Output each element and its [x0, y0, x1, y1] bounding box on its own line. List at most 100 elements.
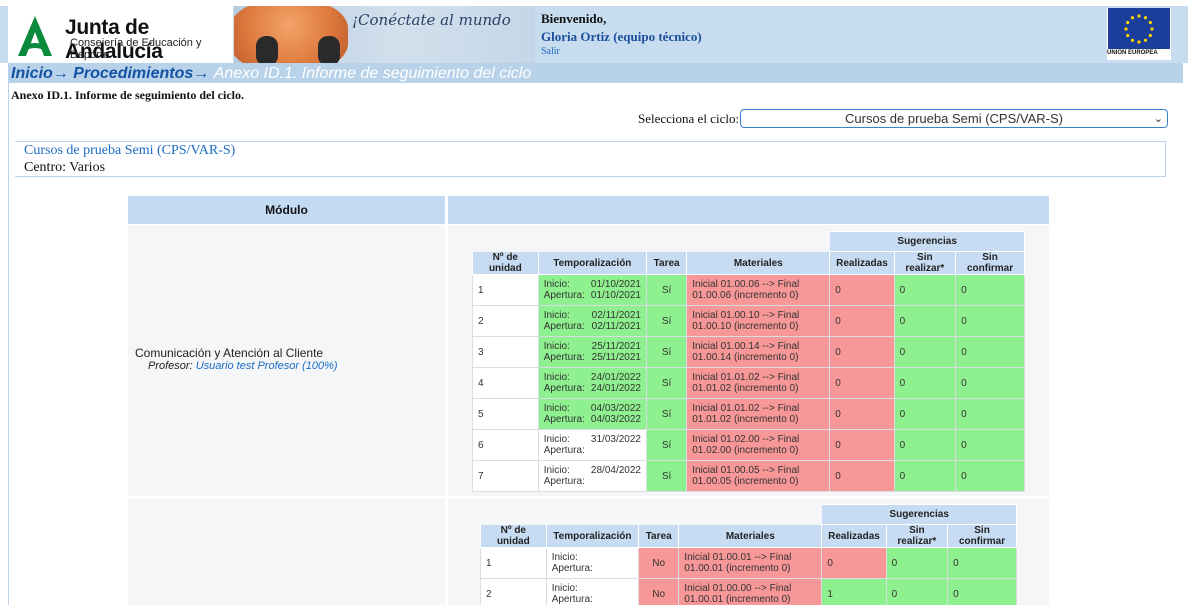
banner-slogan: ¡Conéctate al mundo — [352, 11, 511, 29]
header-unconfirmed: Sin confirmar — [955, 251, 1025, 275]
unit-number: 2 — [480, 578, 547, 605]
header-materials: Materiales — [686, 251, 831, 275]
unit-materials: Inicial 01.00.10 --> Final 01.00.10 (inc… — [686, 305, 831, 337]
eu-flag-icon — [1108, 8, 1170, 49]
page-title: Anexo ID.1. Informe de seguimiento del c… — [11, 88, 244, 102]
unit-not-done: 0 — [893, 460, 957, 492]
unit-not-done: 0 — [885, 578, 949, 605]
teacher-link[interactable]: Usuario test Profesor (100%) — [196, 360, 338, 372]
header-spacer — [639, 505, 679, 525]
unit-timing: Inicio: 25/11/2021 Apertura: 25/11/2021 — [537, 336, 647, 368]
table-row: 7 Inicio: 28/04/2022 Apertura: Sí Inicial 01.… — [472, 460, 1025, 492]
units-table: Sugerencias Nº de unidad Temporalización Ta… — [480, 504, 1017, 605]
header-materials: Materiales — [678, 524, 823, 548]
unit-task: Sí — [645, 367, 688, 399]
unit-start: 02/11/2021 — [591, 310, 641, 321]
header-suggestions: Sugerencias — [829, 231, 1025, 252]
table-row: 1 Inicio: 01/10/2021 Apertura: 01/10/2021 Sí I… — [472, 274, 1025, 306]
header-spacer — [679, 505, 822, 525]
junta-logo-icon — [18, 16, 52, 56]
logout-link[interactable]: Salir — [541, 46, 702, 57]
module-cell: Comunicación y Atención al Cliente Profe… — [128, 225, 445, 496]
welcome-text: Bienvenido, — [541, 11, 607, 26]
header-suggestions: Sugerencias — [821, 504, 1017, 525]
unit-materials: Inicial 01.02.00 --> Final 01.02.00 (inc… — [686, 429, 831, 461]
welcome-box: Bienvenido, Gloria Ortiz (equipo técnico… — [541, 11, 702, 57]
unit-number: 1 — [472, 274, 539, 306]
breadcrumb: Inicio→ Procedimientos→ Anexo ID.1. Info… — [8, 63, 1183, 83]
unit-start: 04/03/2022 — [590, 403, 641, 414]
cycle-select[interactable]: Cursos de prueba Semi (CPS/VAR-S) ⌄ — [740, 109, 1168, 128]
unit-start: 31/03/2022 — [590, 434, 641, 445]
unit-timing: Inicio: 24/01/2022 Apertura: 24/01/2022 — [537, 367, 647, 399]
info-course: Cursos de prueba Semi (CPS/VAR-S) — [24, 143, 236, 158]
header-task: Tarea — [638, 524, 680, 548]
unit-not-done: 0 — [893, 398, 957, 430]
unit-unconfirmed: 0 — [955, 429, 1025, 461]
table-row: 2 Inicio: 02/11/2021 Apertura: 02/11/2021 Sí I… — [472, 305, 1025, 337]
table-row: 2 Inicio: Apertura: No Inicial 01.00.00 --> … — [480, 578, 1017, 605]
unit-start: 24/01/2022 — [590, 372, 641, 383]
breadcrumb-current: Anexo ID.1. Informe de seguimiento del c… — [213, 65, 532, 82]
unit-not-done: 0 — [893, 274, 957, 306]
unit-task: Sí — [645, 429, 688, 461]
unit-opening: 02/11/2021 — [591, 321, 641, 332]
unit-task: No — [638, 547, 680, 579]
unit-unconfirmed: 0 — [955, 305, 1025, 337]
unit-unconfirmed: 0 — [947, 578, 1017, 605]
unit-timing: Inicio: 28/04/2022 Apertura: — [537, 460, 647, 492]
unit-unconfirmed: 0 — [955, 398, 1025, 430]
unit-not-done: 0 — [893, 305, 957, 337]
eu-logo: UNIÓN EUROPEA — [1107, 8, 1171, 60]
header-unconfirmed: Sin confirmar — [947, 524, 1017, 548]
table-row: 6 Inicio: 31/03/2022 Apertura: Sí Inicial 01.… — [472, 429, 1025, 461]
unit-timing: Inicio: 31/03/2022 Apertura: — [537, 429, 647, 461]
unit-done: 0 — [829, 398, 895, 430]
header-spacer — [481, 505, 547, 525]
unit-number: 3 — [472, 336, 539, 368]
unit-timing: Inicio: 04/03/2022 Apertura: 04/03/2022 — [537, 398, 647, 430]
unit-done: 0 — [829, 429, 895, 461]
header: Junta de Andalucía Consejería de Educaci… — [0, 6, 1188, 63]
header-spacer — [646, 232, 686, 252]
unit-done: 1 — [821, 578, 887, 605]
header-task: Tarea — [645, 251, 688, 275]
header-spacer — [546, 505, 638, 525]
unit-done: 0 — [821, 547, 887, 579]
unit-task: Sí — [645, 274, 688, 306]
unit-materials: Inicial 01.00.00 --> Final 01.00.01 (inc… — [678, 578, 823, 605]
headphone-left — [256, 36, 278, 63]
unit-task: Sí — [645, 305, 688, 337]
cycle-label: Selecciona el ciclo: — [638, 111, 740, 126]
info-box: Cursos de prueba Semi (CPS/VAR-S) Centro… — [15, 141, 1166, 177]
user-name: Gloria Ortiz (equipo técnico) — [541, 29, 702, 44]
header-spacer — [687, 232, 830, 252]
breadcrumb-sep: → — [52, 65, 69, 82]
header-spacer — [473, 232, 539, 252]
eu-label: UNIÓN EUROPEA — [1107, 50, 1158, 56]
unit-opening: 24/01/2022 — [590, 383, 641, 394]
column-header-module: Módulo — [128, 196, 445, 224]
unit-unconfirmed: 0 — [955, 460, 1025, 492]
unit-opening: 04/03/2022 — [590, 414, 641, 425]
headphone-right — [318, 36, 340, 63]
module-name: Comunicación y Atención al Cliente — [135, 346, 324, 360]
breadcrumb-home[interactable]: Inicio — [11, 65, 53, 82]
unit-number: 6 — [472, 429, 539, 461]
cycle-select-value: Cursos de prueba Semi (CPS/VAR-S) — [845, 111, 1063, 126]
unit-opening: 01/10/2021 — [590, 290, 641, 301]
unit-materials: Inicial 01.00.01 --> Final 01.00.01 (inc… — [678, 547, 823, 579]
page: Junta de Andalucía Consejería de Educaci… — [0, 0, 1188, 605]
content: Anexo ID.1. Informe de seguimiento del c… — [8, 83, 1183, 605]
header-timing: Temporalización — [545, 524, 640, 548]
unit-unconfirmed: 0 — [955, 367, 1025, 399]
breadcrumb-procedures[interactable]: Procedimientos — [73, 65, 193, 82]
unit-opening: 25/11/2021 — [591, 352, 641, 363]
header-timing: Temporalización — [537, 251, 647, 275]
unit-number: 2 — [472, 305, 539, 337]
unit-number: 4 — [472, 367, 539, 399]
unit-done: 0 — [829, 336, 895, 368]
unit-task: Sí — [645, 336, 688, 368]
cycle-selector: Selecciona el ciclo: Cursos de prueba Se… — [638, 109, 1168, 128]
junta-logo[interactable]: Junta de Andalucía Consejería de Educaci… — [8, 6, 233, 63]
